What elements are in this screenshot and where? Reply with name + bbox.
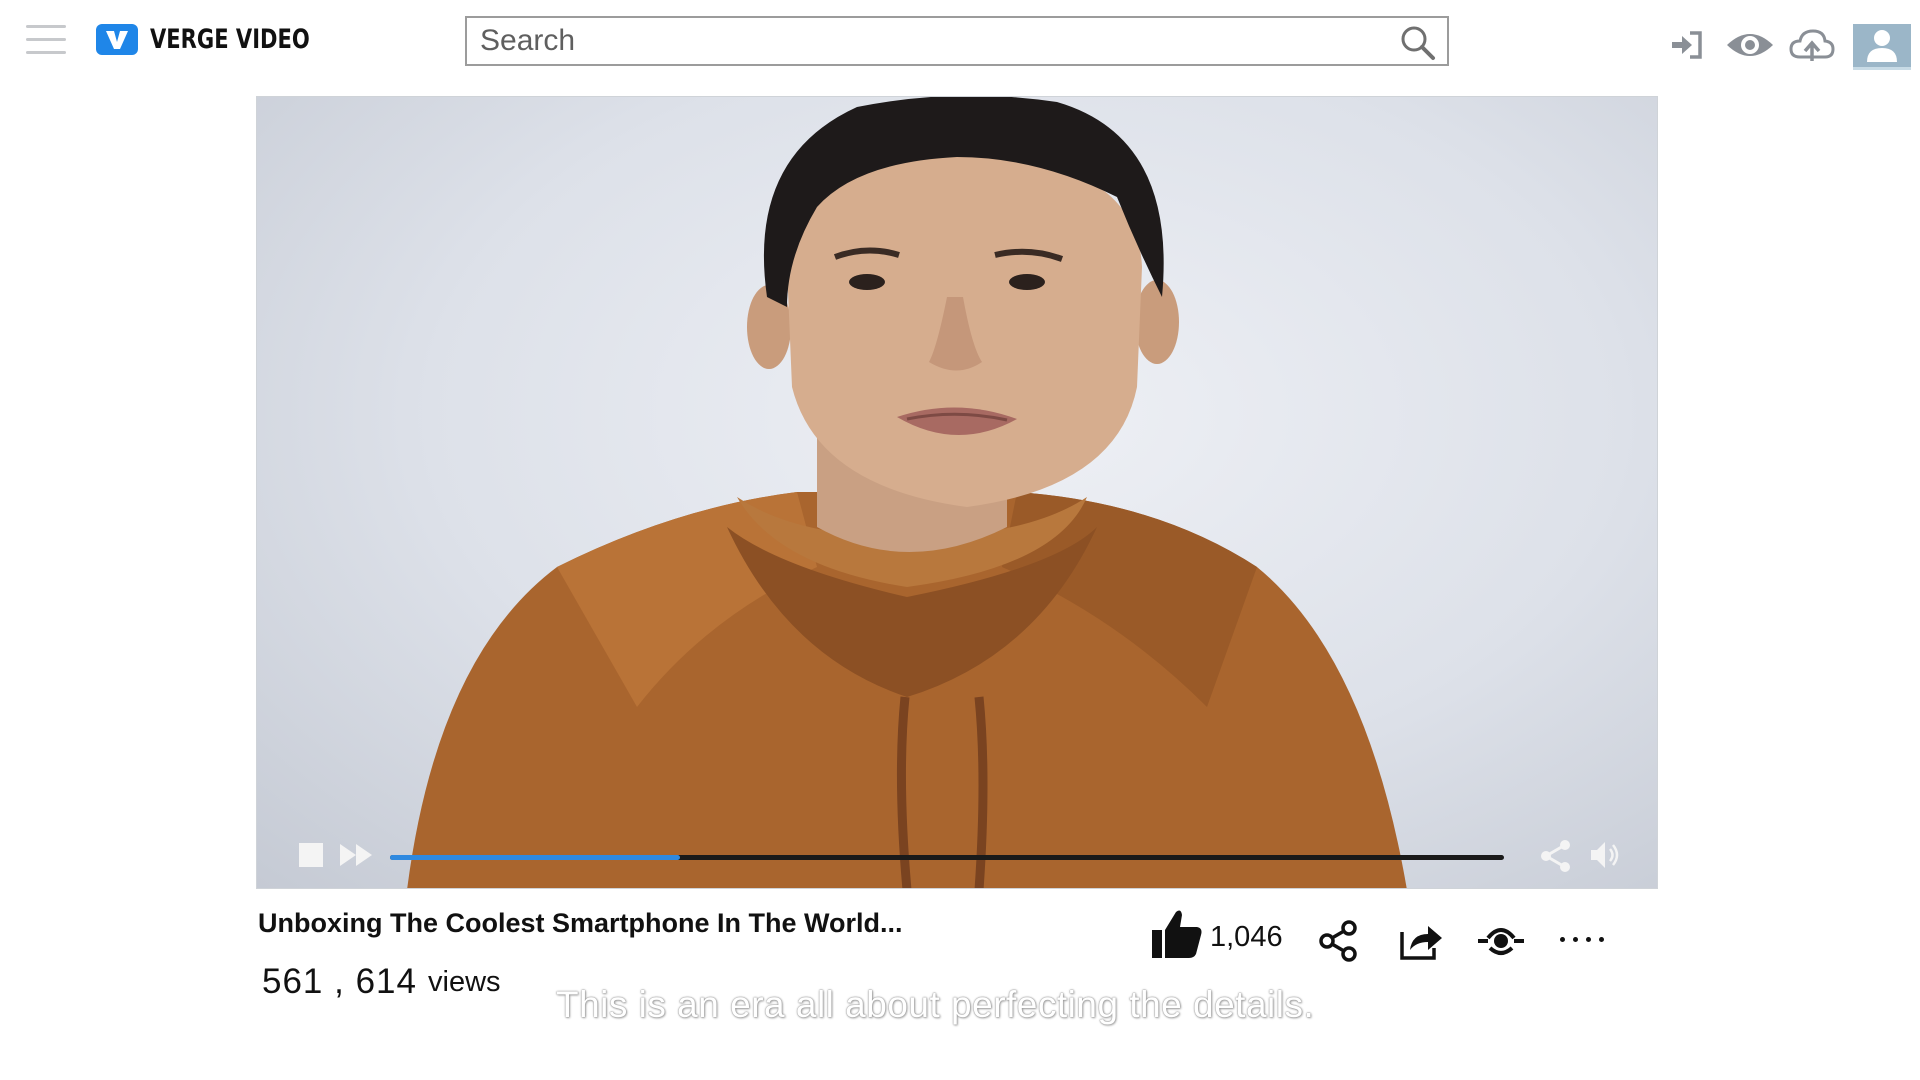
menu-icon[interactable] bbox=[26, 25, 66, 57]
progress-bar[interactable] bbox=[390, 855, 1504, 860]
share-icon[interactable] bbox=[1537, 837, 1575, 875]
stop-icon[interactable] bbox=[299, 843, 323, 867]
views-label: views bbox=[428, 966, 501, 998]
playlist-icon[interactable] bbox=[1476, 918, 1526, 964]
like-icon[interactable] bbox=[1150, 908, 1204, 960]
fast-forward-icon[interactable] bbox=[338, 842, 376, 868]
more-icon[interactable] bbox=[1560, 927, 1612, 953]
logo-mark-icon bbox=[96, 24, 138, 55]
logo[interactable]: VERGE VIDEO bbox=[96, 24, 355, 55]
brand-name: VERGE VIDEO bbox=[150, 24, 310, 55]
like-count: 1,046 bbox=[1210, 921, 1283, 953]
progress-fill bbox=[390, 855, 680, 860]
volume-icon[interactable] bbox=[1587, 837, 1623, 873]
sign-in-icon[interactable] bbox=[1668, 25, 1712, 65]
forward-share-icon[interactable] bbox=[1398, 918, 1444, 964]
share-icon[interactable] bbox=[1316, 918, 1362, 964]
search-icon[interactable] bbox=[1399, 24, 1437, 62]
eye-icon[interactable] bbox=[1724, 25, 1776, 65]
video-title[interactable]: Unboxing The Coolest Smartphone In The W… bbox=[258, 908, 903, 939]
search-bar bbox=[465, 16, 1449, 66]
views-count: 561 , 614 bbox=[262, 962, 417, 1001]
user-avatar-icon[interactable] bbox=[1853, 24, 1911, 70]
search-input[interactable] bbox=[467, 18, 1380, 64]
cloud-upload-icon[interactable] bbox=[1788, 25, 1836, 65]
subtitle-caption: This is an era all about perfecting the … bbox=[556, 984, 1315, 1025]
video-player[interactable] bbox=[256, 96, 1658, 889]
video-frame bbox=[407, 97, 1407, 888]
